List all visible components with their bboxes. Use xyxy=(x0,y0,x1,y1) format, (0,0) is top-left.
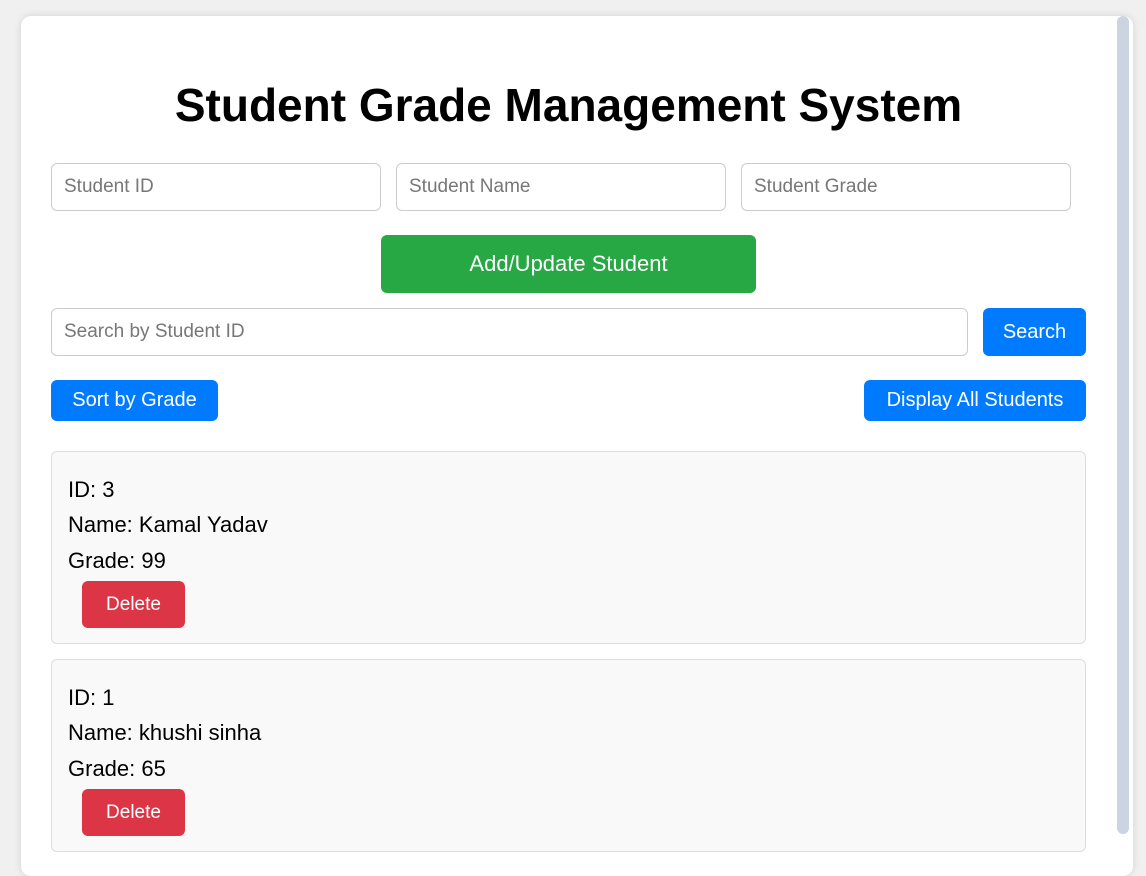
scrollbar-thumb[interactable] xyxy=(1117,16,1129,834)
student-id-input[interactable] xyxy=(51,163,381,211)
page-title: Student Grade Management System xyxy=(174,79,963,131)
student-grade: Grade: 65 xyxy=(68,756,166,781)
add-update-student-button[interactable]: Add/Update Student xyxy=(381,235,756,293)
display-all-students-button[interactable]: Display All Students xyxy=(864,380,1086,421)
student-id: ID: 3 xyxy=(68,477,115,502)
student-id: ID: 1 xyxy=(68,685,115,710)
scrollbar[interactable] xyxy=(1115,16,1129,866)
student-card: ID: 3 Name: Kamal Yadav Grade: 99 Delete xyxy=(51,451,1086,644)
sort-by-grade-button[interactable]: Sort by Grade xyxy=(51,380,218,421)
student-card: ID: 1 Name: khushi sinha Grade: 65 Delet… xyxy=(51,659,1086,852)
delete-button[interactable]: Delete xyxy=(82,581,185,628)
delete-button[interactable]: Delete xyxy=(82,789,185,836)
student-name: Name: khushi sinha xyxy=(68,720,262,745)
student-name-input[interactable] xyxy=(396,163,726,211)
student-grade-input[interactable] xyxy=(741,163,1071,211)
search-input[interactable] xyxy=(51,308,968,356)
student-grade: Grade: 99 xyxy=(68,548,166,573)
main-container: Student Grade Management System Add/Upda… xyxy=(21,16,1133,876)
search-button[interactable]: Search xyxy=(983,308,1086,356)
student-name: Name: Kamal Yadav xyxy=(68,512,268,537)
